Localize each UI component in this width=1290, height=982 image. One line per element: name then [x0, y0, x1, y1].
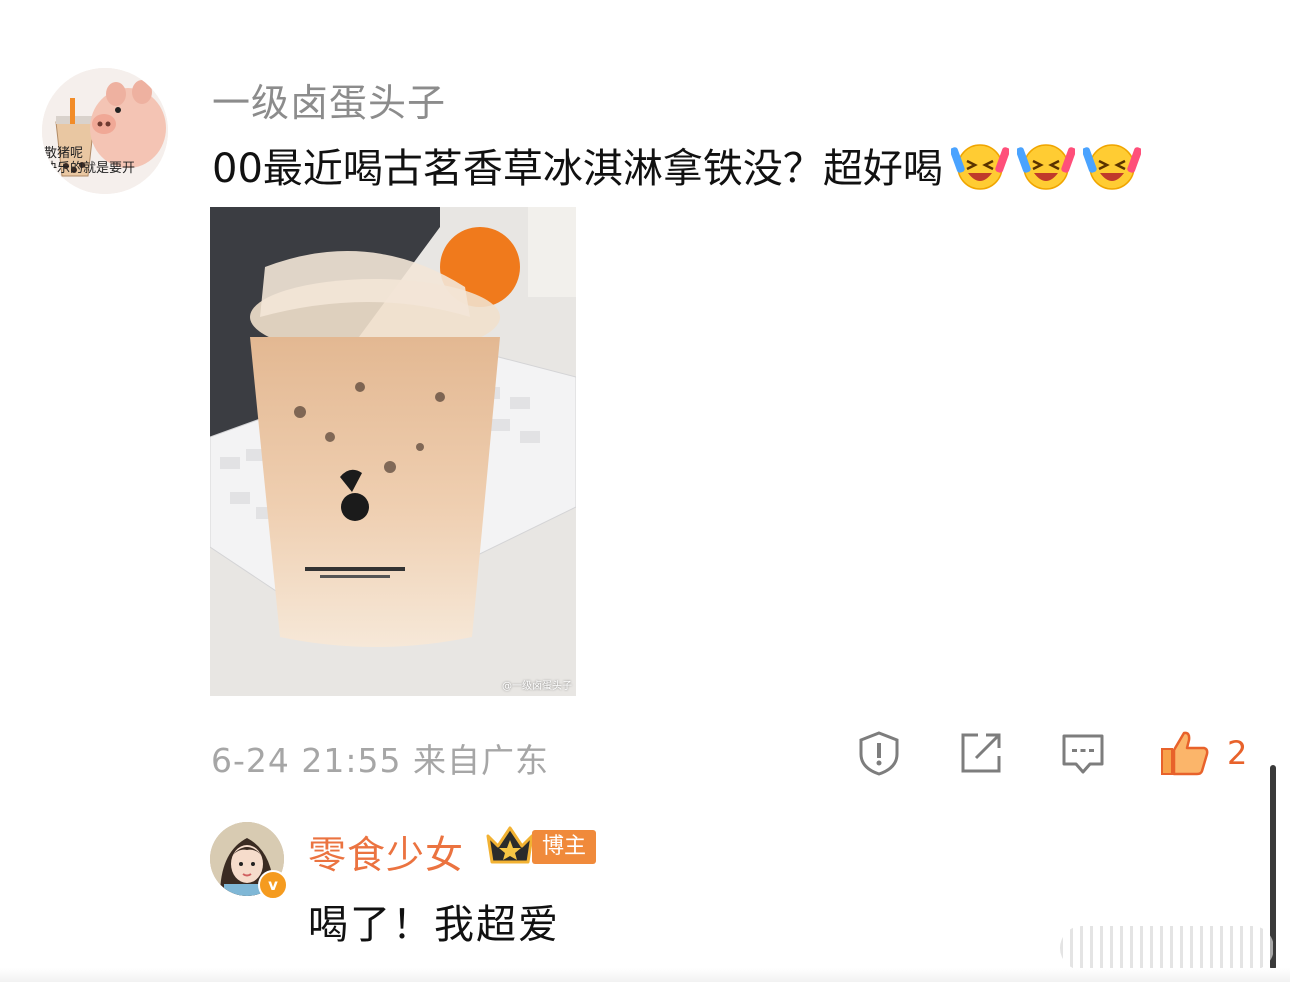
comment-text: 00最近喝古茗香草冰淇淋拿铁没？超好喝 [212, 136, 1142, 194]
comment-body: 00最近喝古茗香草冰淇淋拿铁没？超好喝 [212, 146, 943, 192]
blogger-badge: 博主 [532, 830, 597, 864]
comment-meta: 6-24 21:55 来自广东 [211, 734, 549, 782]
comment-image[interactable]: @一级卤蛋头子 [210, 207, 576, 696]
avatar-caption: 散猪呢 快乐的就是要开 [44, 146, 136, 176]
share-icon[interactable] [958, 730, 1004, 776]
reply-username[interactable]: 零食少女 [308, 824, 464, 879]
reply-comment-icon[interactable] [1060, 730, 1106, 776]
report-icon[interactable] [856, 730, 902, 776]
laugh-cry-emoji-icon [949, 139, 1010, 191]
bottom-cutoff [0, 968, 1290, 982]
laugh-cry-emoji-icon [1081, 139, 1142, 191]
user-avatar[interactable]: 散猪呢 快乐的就是要开 [42, 68, 168, 194]
crown-icon [484, 824, 536, 868]
image-watermark: @一级卤蛋头子 [502, 681, 572, 692]
reply-text: 喝了！我超爱 [308, 902, 560, 948]
previous-item-cutoff [1076, 0, 1246, 4]
verified-badge-icon: v [258, 870, 288, 900]
thumbs-up-icon[interactable] [1160, 730, 1210, 776]
reply-avatar[interactable]: v [210, 822, 288, 900]
comment-timestamp: 6-24 21:55 [211, 741, 402, 780]
comment-username[interactable]: 一级卤蛋头子 [212, 72, 446, 127]
like-count: 2 [1227, 734, 1248, 772]
laugh-cry-emoji-icon [1015, 139, 1076, 191]
bottom-overlay-hint [1060, 926, 1274, 970]
comment-location: 来自广东 [413, 741, 549, 780]
